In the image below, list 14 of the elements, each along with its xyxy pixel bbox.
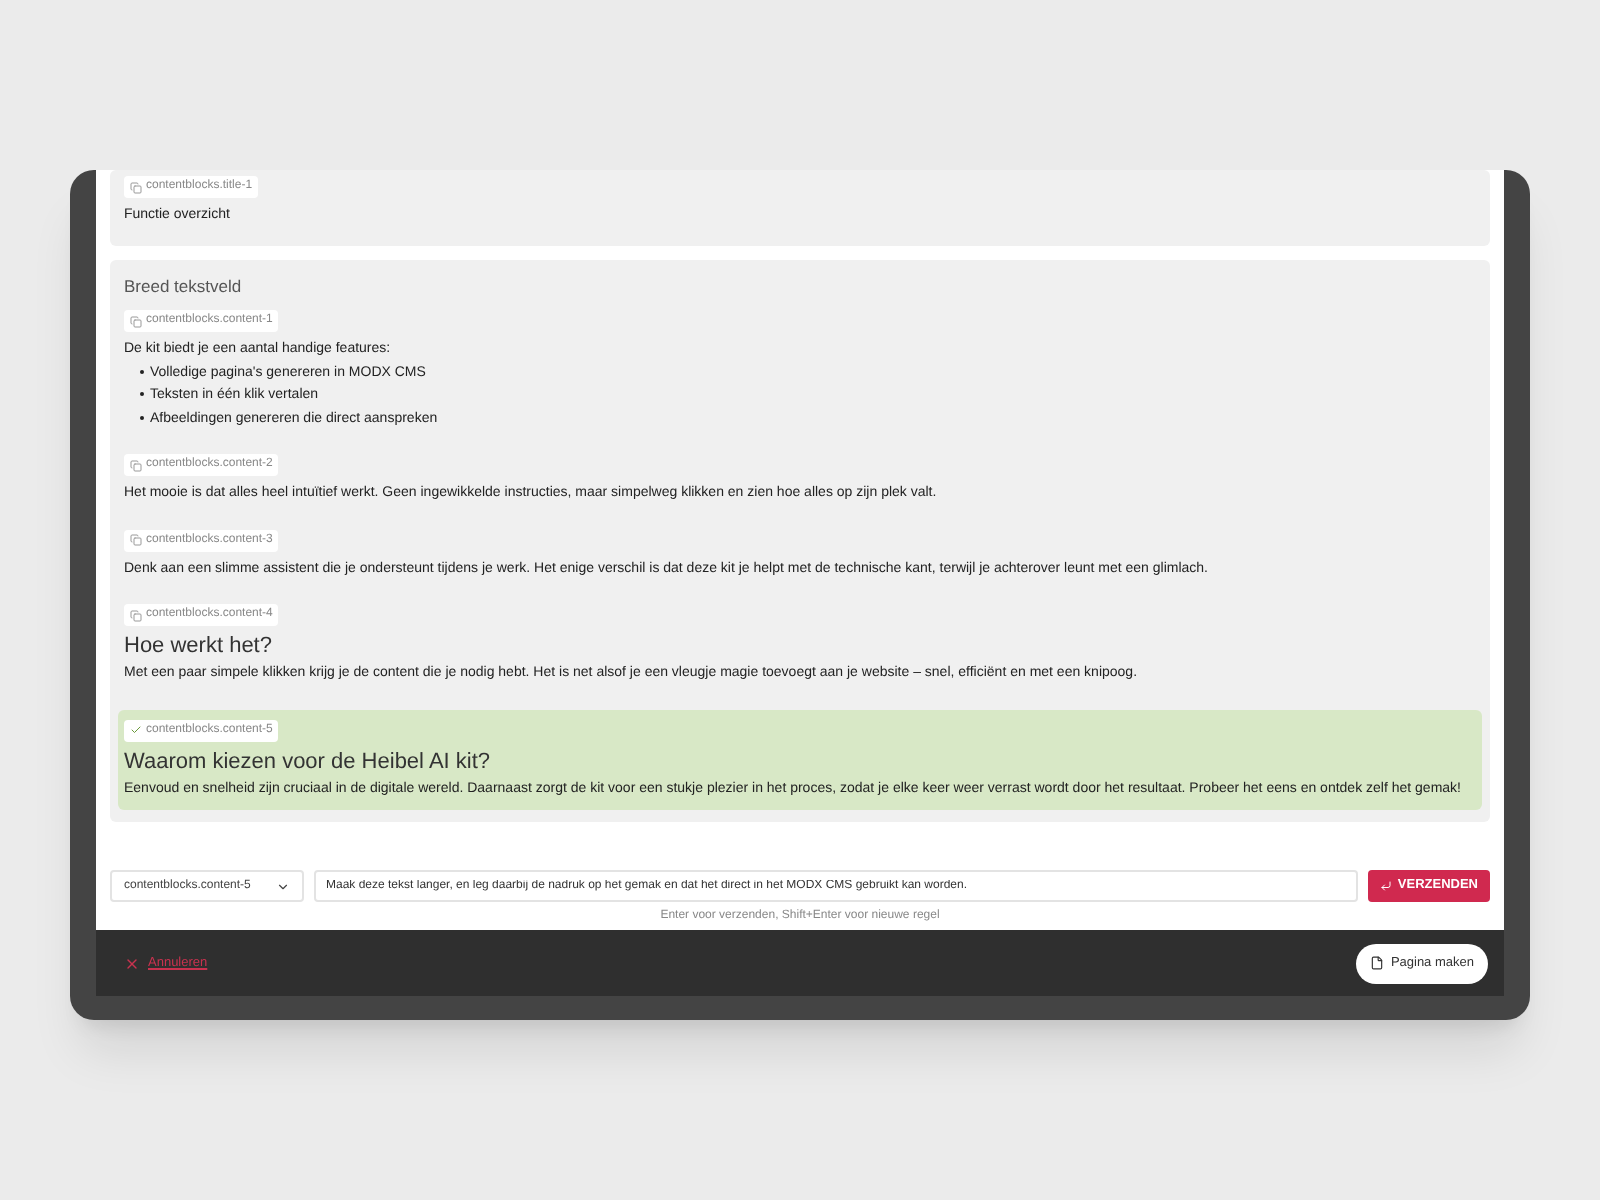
check-icon	[130, 724, 142, 737]
copy-icon	[130, 459, 142, 472]
copy-icon	[130, 181, 142, 193]
copy-icon	[130, 534, 142, 547]
block-heading: Waarom kiezen voor de Heibel AI kit?	[124, 747, 493, 776]
section-title: Breed tekstveld	[124, 273, 244, 299]
selected-block[interactable]	[118, 709, 1482, 811]
enter-icon	[1379, 880, 1392, 893]
block-heading: Hoe werkt het?	[124, 632, 274, 661]
close-icon	[124, 955, 140, 971]
file-icon	[1370, 956, 1385, 970]
copy-icon	[130, 315, 142, 328]
copy-icon	[130, 609, 142, 622]
chevron-down-icon	[276, 879, 290, 894]
